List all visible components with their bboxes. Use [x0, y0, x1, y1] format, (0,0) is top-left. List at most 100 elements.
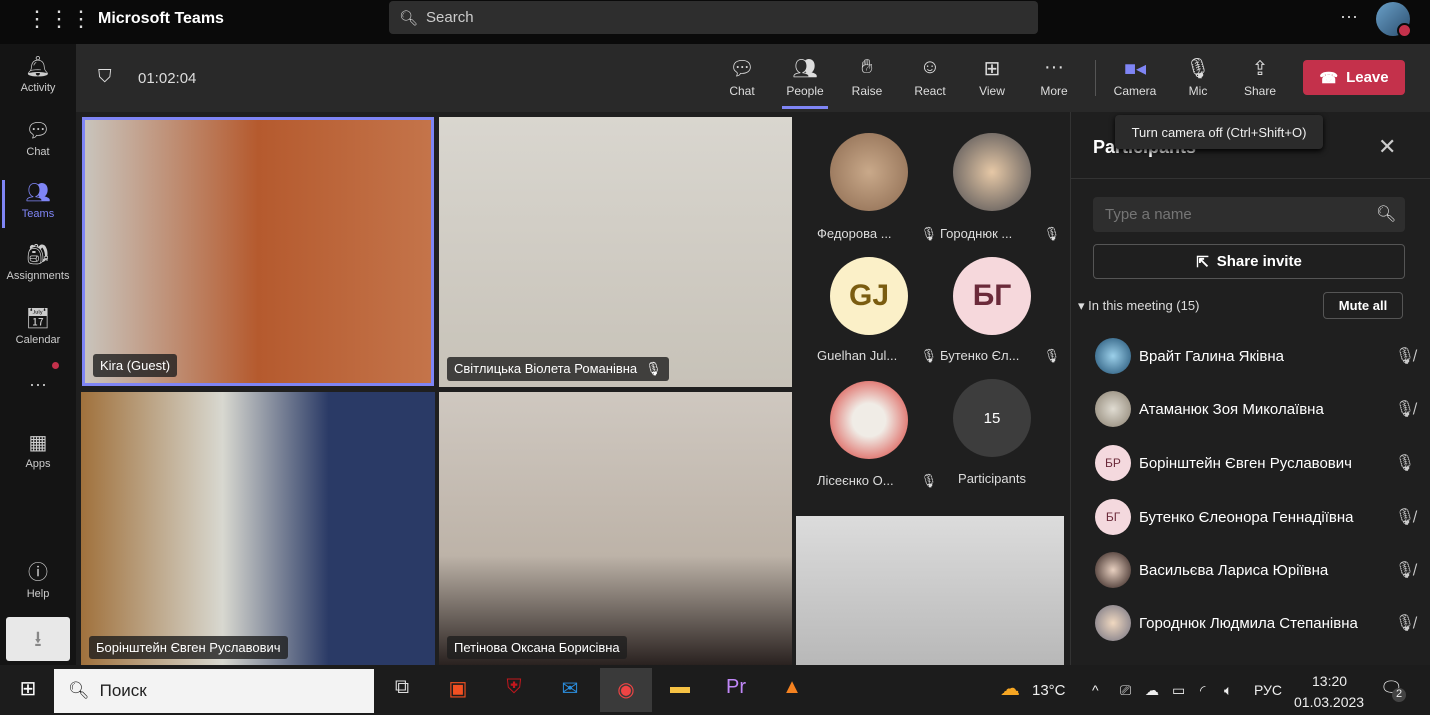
participant-name: Лісеєнко О... 🎙︎	[817, 473, 937, 488]
participants-label: Participants	[958, 471, 1026, 486]
participant-avatar[interactable]	[830, 381, 908, 459]
chat-button[interactable]: 💬︎ Chat	[713, 56, 771, 98]
onedrive-icon[interactable]: ☁	[1145, 682, 1159, 699]
app-launcher-icon[interactable]: ⋮⋮⋮	[26, 6, 92, 32]
rail-item-activity[interactable]: 🔔︎ Activity	[0, 54, 76, 94]
volume-icon[interactable]: 🔈︎	[1224, 682, 1232, 699]
rail-item-calendar[interactable]: 📅︎ Calendar	[0, 306, 76, 346]
mic-button[interactable]: 🎙︎ Mic	[1169, 56, 1227, 98]
divider	[1071, 178, 1430, 179]
view-button[interactable]: ⊞ View	[963, 56, 1021, 98]
participant-name: Петінова Оксана Борисівна	[447, 636, 627, 659]
participant-row[interactable]: Васильєва Лариса Юріївна 🎙︎̸	[1095, 552, 1415, 588]
mic-off-icon: 🎙︎	[645, 361, 662, 376]
apps-icon: ▦	[28, 432, 48, 454]
mic-off-icon: 🎙︎̸	[1394, 348, 1415, 365]
antivirus-icon[interactable]: ⛨	[500, 676, 528, 704]
wifi-icon[interactable]: ◜	[1200, 682, 1205, 699]
search-input[interactable]: 🔍︎ Search	[389, 1, 1038, 34]
leave-button[interactable]: ☎ Leave	[1303, 60, 1405, 95]
participants-count-button[interactable]: 15	[953, 379, 1031, 457]
share-icon: ⇪	[1251, 58, 1269, 80]
more-button[interactable]: ··· More	[1025, 56, 1083, 98]
search-icon: 🔍︎	[68, 681, 90, 700]
weather-icon[interactable]: ☁	[996, 676, 1024, 704]
share-button[interactable]: ⇪ Share	[1231, 56, 1289, 98]
tooltip: Turn camera off (Ctrl+Shift+O)	[1115, 115, 1323, 149]
react-button[interactable]: ☺ React	[901, 56, 959, 98]
meet-now-icon[interactable]: ⎚	[1120, 682, 1131, 699]
phone-icon: ☎	[1319, 69, 1339, 87]
clock-date[interactable]: 01.03.2023	[1294, 694, 1364, 710]
participant-row[interactable]: БР Борінштейн Євген Руславович 🎙︎	[1095, 445, 1415, 481]
assignments-icon: 🎒︎	[25, 244, 51, 266]
participant-name: Федорова ... 🎙︎	[817, 226, 937, 241]
share-invite-button[interactable]: ⇱ Share invite	[1093, 244, 1405, 279]
calendar-icon: 📅︎	[25, 308, 51, 330]
task-view-icon[interactable]: ⧉	[388, 676, 416, 704]
close-icon[interactable]: ✕	[1378, 134, 1396, 160]
store-icon[interactable]: ▣	[444, 676, 472, 704]
mic-icon: 🎙︎	[1394, 455, 1415, 472]
participant-search-input[interactable]	[1093, 197, 1405, 232]
in-meeting-section-toggle[interactable]: ▾ In this meeting (15)	[1078, 298, 1199, 314]
help-icon: ⓘ	[28, 562, 48, 584]
avatar	[1095, 391, 1131, 427]
avatar	[1095, 552, 1131, 588]
participant-row[interactable]: Городнюк Людмила Степанівна 🎙︎̸	[1095, 605, 1415, 641]
mic-off-icon: 🎙︎̸	[1394, 562, 1415, 579]
rail-item-apps[interactable]: ▦ Apps	[0, 430, 76, 470]
teams-icon: 👥︎	[25, 182, 51, 204]
clock-time[interactable]: 13:20	[1312, 673, 1347, 689]
tray-chevron-icon[interactable]: ^	[1092, 682, 1099, 698]
app-rail: 🔔︎ Activity 💬︎ Chat 👥︎ Teams 🎒︎ Assignments …	[0, 44, 76, 665]
participant-row[interactable]: БГ Бутенко Єлеонора Геннадіївна 🎙︎̸	[1095, 499, 1415, 535]
chat-icon: 💬︎	[729, 58, 755, 80]
mic-off-icon: 🎙︎	[1043, 226, 1060, 241]
rail-item-assignments[interactable]: 🎒︎ Assignments	[0, 242, 76, 282]
file-explorer-icon[interactable]: ▬	[666, 676, 694, 704]
weather-temp[interactable]: 13°C	[1032, 682, 1066, 699]
hand-icon: ✋︎	[861, 56, 873, 78]
participant-row[interactable]: Врайт Галина Яківна 🎙︎̸	[1095, 338, 1415, 374]
premiere-icon[interactable]: Pr	[722, 676, 750, 704]
people-button[interactable]: 👥︎ People	[776, 56, 834, 109]
camera-icon: ■◂	[1123, 58, 1147, 80]
raise-hand-button[interactable]: ✋︎ Raise	[838, 56, 896, 98]
smile-icon: ☺	[919, 56, 941, 78]
download-icon[interactable]: ⭳	[6, 617, 70, 661]
battery-icon[interactable]: ▭	[1172, 682, 1185, 699]
video-tile[interactable]: Світлицька Віолета Романівна 🎙︎	[439, 117, 792, 387]
video-tile[interactable]	[796, 516, 1064, 665]
participant-name: Городнюк ... 🎙︎	[940, 226, 1060, 241]
rail-item-teams[interactable]: 👥︎ Teams	[0, 180, 76, 228]
search-icon[interactable]: 🔍︎	[1376, 204, 1396, 224]
more-apps-icon[interactable]: ···	[0, 362, 76, 395]
rail-item-chat[interactable]: 💬︎ Chat	[0, 118, 76, 158]
avatar: БГ	[1095, 499, 1131, 535]
vlc-icon[interactable]: ▲	[778, 676, 806, 704]
rail-item-help[interactable]: ⓘ Help	[0, 556, 76, 600]
avatar[interactable]	[1376, 2, 1412, 38]
notifications-icon[interactable]: 🗨︎ 2	[1380, 678, 1406, 702]
participant-name: Бутенко Єл... 🎙︎	[940, 348, 1060, 363]
participant-avatar[interactable]: GJ	[830, 257, 908, 335]
participant-avatar[interactable]	[953, 133, 1031, 211]
participant-avatar[interactable]	[830, 133, 908, 211]
video-tile[interactable]: Петінова Оксана Борисівна	[439, 392, 792, 665]
language-indicator[interactable]: РУС	[1254, 682, 1282, 698]
chrome-icon[interactable]: ◉	[600, 668, 652, 712]
avatar	[1095, 605, 1131, 641]
camera-button[interactable]: ■◂ Camera	[1106, 56, 1164, 98]
video-tile[interactable]: Борінштейн Євген Руславович	[81, 392, 435, 665]
mute-all-button[interactable]: Mute all	[1323, 292, 1403, 319]
participant-row[interactable]: Атаманюк Зоя Миколаївна 🎙︎̸	[1095, 391, 1415, 427]
participant-avatar[interactable]: БГ	[953, 257, 1031, 335]
mail-icon[interactable]: ✉	[556, 676, 584, 704]
windows-start-icon[interactable]: ⊞	[14, 676, 42, 704]
more-options-icon[interactable]: ···	[1340, 6, 1358, 27]
taskbar-search[interactable]: 🔍︎ Поиск	[54, 669, 374, 713]
search-icon: 🔍︎	[399, 9, 419, 27]
video-tile[interactable]: Kira (Guest)	[82, 117, 434, 386]
participant-name: Борінштейн Євген Руславович	[89, 636, 288, 659]
